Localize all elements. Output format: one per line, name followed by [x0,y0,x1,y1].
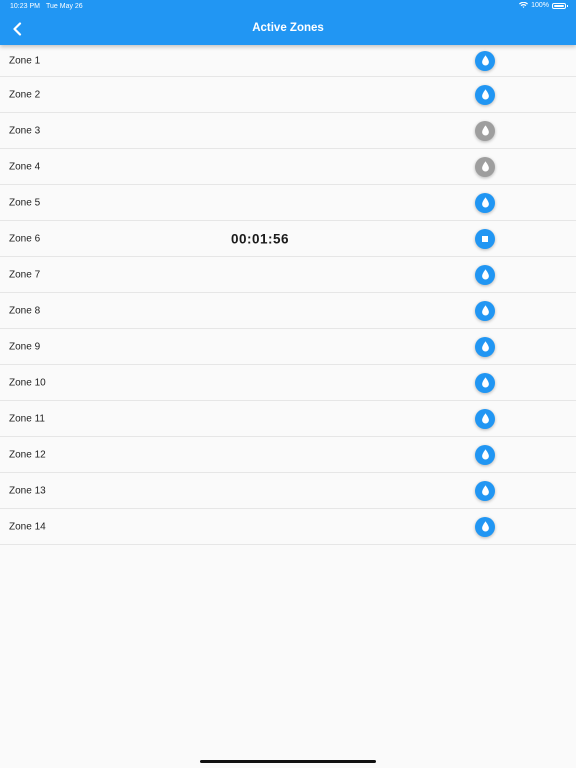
zone-row: Zone 1 [0,45,576,77]
zone-label: Zone 9 [9,341,41,352]
start-watering-button[interactable] [475,84,495,105]
app-window: 10:23 PM Tue May 26 100% Active Zones Zo… [0,0,576,768]
zone-label: Zone 13 [9,485,46,496]
wifi-icon [519,2,529,8]
water-drop-icon [481,305,490,316]
zone-label: Zone 6 [9,233,41,244]
start-watering-button[interactable] [475,50,495,71]
start-watering-button[interactable] [475,336,495,357]
zone-label: Zone 11 [9,413,45,424]
start-watering-button[interactable] [475,372,495,393]
start-watering-button[interactable] [475,444,495,465]
zone-label: Zone 8 [9,305,41,316]
zone-label: Zone 3 [9,125,41,136]
zone-row: Zone 2 [0,77,576,113]
water-drop-icon [481,125,490,136]
start-watering-button[interactable] [475,264,495,285]
zone-label: Zone 14 [9,521,46,532]
water-drop-icon [481,413,490,424]
zone-list: Zone 1 Zone 2 Zone 3 Zone 4 Zone 5 Zone 6 00:0… [0,45,576,545]
app-bar: 10:23 PM Tue May 26 100% Active Zones [0,0,576,45]
zone-row: Zone 9 [0,329,576,365]
zone-row: Zone 13 [0,473,576,509]
start-watering-button[interactable] [475,480,495,501]
zone-label: Zone 2 [9,89,41,100]
zone-row: Zone 3 [0,113,576,149]
zone-row: Zone 12 [0,437,576,473]
zone-row: Zone 8 [0,293,576,329]
water-drop-icon [481,161,490,172]
zone-label: Zone 12 [9,449,46,460]
zone-label: Zone 5 [9,197,41,208]
start-watering-button[interactable] [475,156,495,177]
zone-row: Zone 7 [0,257,576,293]
zone-row: Zone 10 [0,365,576,401]
water-drop-icon [481,449,490,460]
zone-label: Zone 10 [9,377,46,388]
battery-percent: 100% [531,2,549,9]
home-indicator[interactable] [200,760,376,763]
stop-icon [481,235,489,243]
status-indicators: 100% [519,2,568,9]
stop-watering-button[interactable] [475,228,495,249]
status-date: Tue May 26 [46,3,83,10]
zone-timer: 00:01:56 [231,231,290,246]
water-drop-icon [481,269,490,280]
start-watering-button[interactable] [475,300,495,321]
status-time: 10:23 PM [10,3,40,10]
zone-row: Zone 11 [0,401,576,437]
water-drop-icon [481,341,490,352]
start-watering-button[interactable] [475,120,495,141]
zone-row: Zone 14 [0,509,576,545]
zone-row: Zone 5 [0,185,576,221]
water-drop-icon [481,485,490,496]
start-watering-button[interactable] [475,192,495,213]
water-drop-icon [481,521,490,532]
zone-label: Zone 7 [9,269,41,280]
battery-icon [552,2,568,9]
water-drop-icon [481,377,490,388]
zone-row: Zone 6 00:01:56 [0,221,576,257]
zone-label: Zone 4 [9,161,41,172]
zone-label: Zone 1 [9,55,41,66]
zone-row: Zone 4 [0,149,576,185]
status-bar: 10:23 PM Tue May 26 100% [0,0,576,14]
water-drop-icon [481,55,490,66]
start-watering-button[interactable] [475,408,495,429]
water-drop-icon [481,89,490,100]
page-title: Active Zones [252,22,324,34]
water-drop-icon [481,197,490,208]
start-watering-button[interactable] [475,516,495,537]
